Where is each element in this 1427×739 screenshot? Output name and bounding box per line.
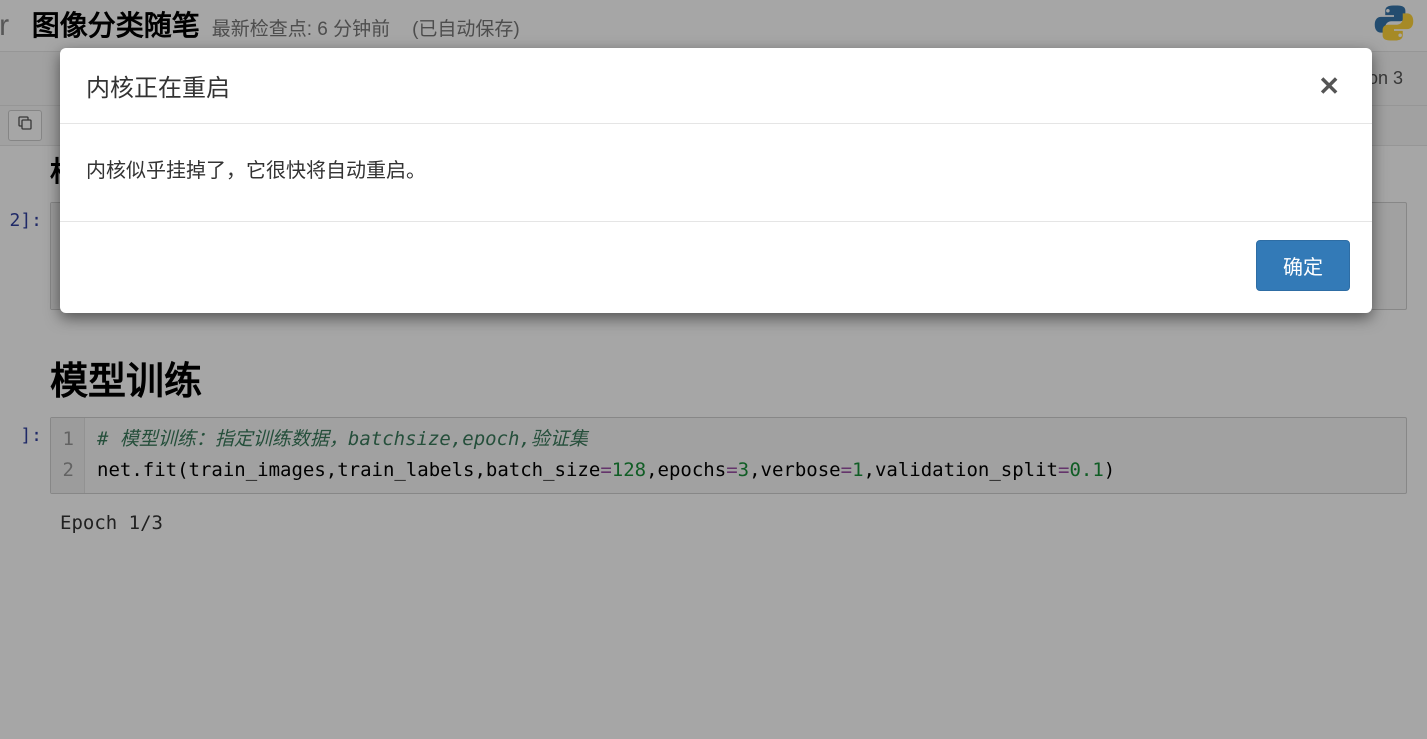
dialog-body: 内核似乎挂掉了，它很快将自动重启。 — [60, 124, 1372, 222]
close-icon: ✕ — [1318, 71, 1340, 101]
dialog-title: 内核正在重启 — [86, 68, 230, 103]
ok-button[interactable]: 确定 — [1256, 240, 1350, 291]
dialog-header: 内核正在重启 ✕ — [60, 48, 1372, 124]
kernel-restart-dialog: 内核正在重启 ✕ 内核似乎挂掉了，它很快将自动重启。 确定 — [60, 48, 1372, 313]
dialog-footer: 确定 — [60, 222, 1372, 313]
close-button[interactable]: ✕ — [1312, 72, 1346, 100]
